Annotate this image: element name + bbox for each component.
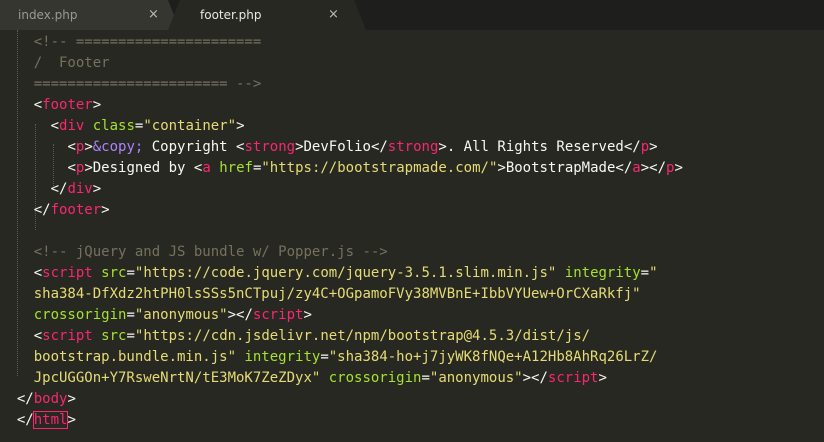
tab-label: footer.php	[200, 8, 262, 22]
bracket-match-highlight: html	[32, 411, 69, 429]
code-line: ======================= -->	[33, 76, 262, 92]
code-line: sha384-DfXdz2htPH0lsSSs5nCTpuj/zy4C+OGpa…	[33, 286, 641, 302]
code-line: </div>	[50, 181, 102, 197]
tab-bar: index.php × footer.php ×	[0, 0, 824, 30]
code-line: <p>&copy; Copyright <strong>DevFolio</st…	[67, 139, 658, 155]
code-line: JpcUGGOn+Y7RsweNrtN/tE3MoK7ZeZDyx" cross…	[33, 370, 607, 386]
tab-label: index.php	[18, 8, 78, 22]
code-editor[interactable]: <!-- ====================== / Footer ===…	[0, 30, 824, 442]
tab-index-php[interactable]: index.php ×	[0, 0, 180, 30]
code-line: <!-- ======================	[33, 34, 270, 50]
code-line: bootstrap.bundle.min.js" integrity="sha3…	[33, 349, 658, 365]
code-line: </html>	[16, 411, 76, 429]
tab-footer-php[interactable]: footer.php ×	[168, 0, 366, 30]
code-line: <footer>	[33, 97, 102, 113]
code-line: <div class="container">	[50, 118, 245, 134]
code-line: <p>Designed by <a href="https://bootstra…	[67, 160, 683, 176]
close-icon[interactable]: ×	[328, 0, 339, 30]
code-line: </body>	[16, 391, 76, 407]
code-line: <!-- jQuery and JS bundle w/ Popper.js -…	[33, 244, 388, 260]
code-line: <script src="https://code.jquery.com/jqu…	[33, 265, 658, 281]
close-icon[interactable]: ×	[148, 0, 159, 30]
code-line: crossorigin="anonymous"></script>	[33, 307, 312, 323]
code-line: / Footer	[33, 55, 110, 71]
code-line: <script src="https://cdn.jsdelivr.net/np…	[33, 328, 591, 344]
code-line: </footer>	[33, 202, 110, 218]
